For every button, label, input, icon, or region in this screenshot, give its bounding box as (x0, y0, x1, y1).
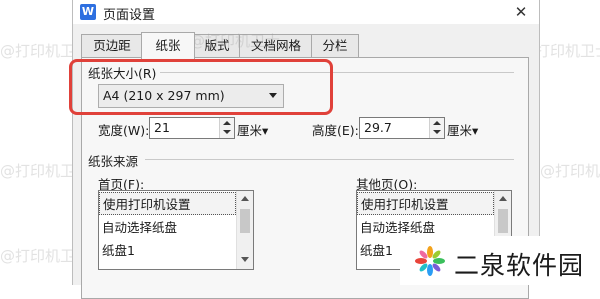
list-item[interactable]: 使用打印机设置 (99, 192, 236, 215)
height-value: 29.7 (364, 120, 392, 135)
group-divider (145, 159, 514, 160)
brand-name: 二泉软件园 (454, 251, 585, 280)
scroll-up-icon[interactable] (499, 196, 507, 201)
list-item[interactable]: 自动选择纸盘 (99, 216, 236, 239)
height-spin-buttons[interactable] (429, 118, 444, 138)
scroll-thumb[interactable] (498, 209, 508, 233)
brand-logo-overlay: 二泉软件园 (400, 236, 600, 285)
title-bar: W 页面设置 ✕ (73, 0, 539, 24)
list-item[interactable]: 纸盘1 (99, 239, 236, 262)
width-value: 21 (154, 120, 170, 135)
spin-up-icon[interactable] (433, 121, 441, 125)
height-label: 高度(E): (312, 123, 359, 138)
tab-paper[interactable]: 纸张 (141, 32, 195, 59)
spin-down-icon[interactable] (223, 130, 231, 134)
scrollbar[interactable] (236, 191, 253, 269)
tab-columns[interactable]: 分栏 (311, 34, 359, 57)
paper-source-group-label: 纸张来源 (88, 151, 143, 170)
spin-up-icon[interactable] (223, 121, 231, 125)
tab-margins[interactable]: 页边距 (81, 34, 143, 57)
list-item[interactable]: 使用打印机设置 (357, 192, 494, 215)
scroll-up-icon[interactable] (241, 196, 249, 201)
pinwheel-logo-icon (415, 246, 445, 276)
spin-down-icon[interactable] (433, 130, 441, 134)
height-spinbox[interactable]: 29.7 (359, 117, 445, 139)
watermark-text: @打印机卫士 (190, 32, 281, 50)
watermark-text: @打印机卫士 (540, 162, 600, 180)
width-unit-select[interactable]: 厘米▾ (237, 120, 268, 139)
wps-app-icon: W (80, 4, 96, 20)
width-spinbox[interactable]: 21 (149, 117, 235, 139)
scroll-thumb[interactable] (240, 209, 250, 233)
height-unit-select[interactable]: 厘米▾ (447, 120, 478, 139)
highlight-annotation (69, 59, 333, 115)
close-button[interactable]: ✕ (511, 2, 531, 22)
dialog-title: 页面设置 (103, 8, 156, 23)
width-spin-buttons[interactable] (219, 118, 234, 138)
scroll-down-icon[interactable] (241, 257, 249, 262)
first-page-listbox[interactable]: 使用打印机设置 自动选择纸盘 纸盘1 (98, 190, 254, 270)
width-label: 宽度(W): (98, 123, 150, 138)
